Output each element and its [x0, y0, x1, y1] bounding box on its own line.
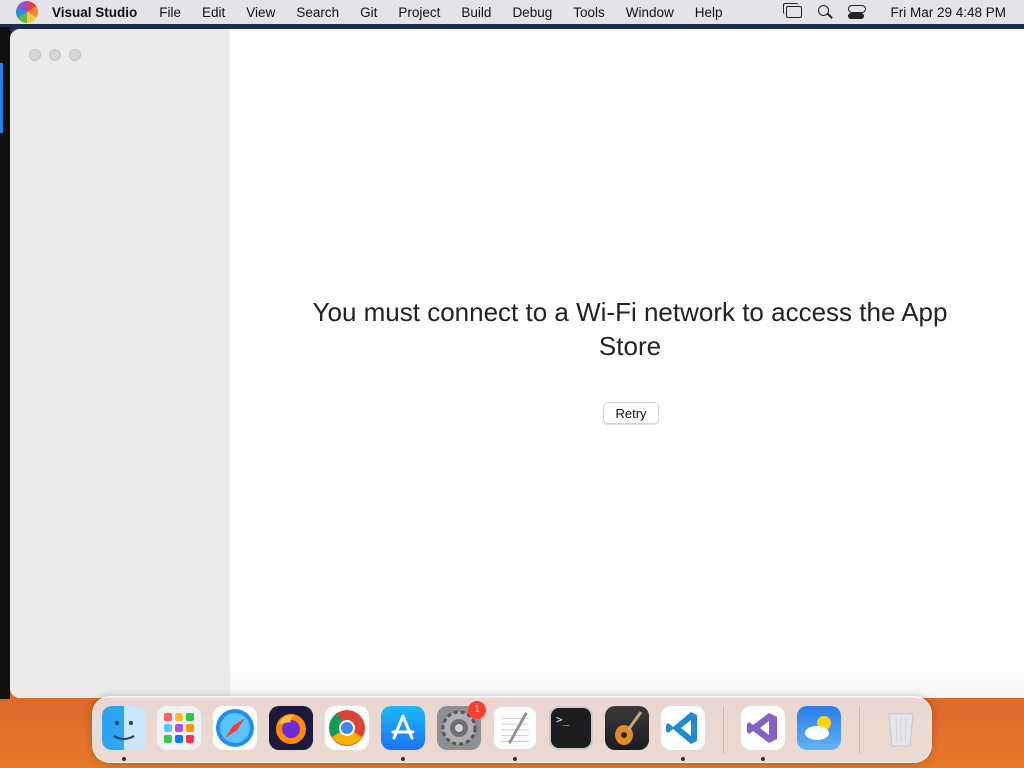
menu-project[interactable]: Project [398, 5, 440, 20]
retry-button[interactable]: Retry [603, 402, 659, 424]
stage-manager-icon[interactable] [783, 3, 803, 18]
vscode-running-indicator [681, 757, 685, 761]
launchpad-icon[interactable] [157, 706, 201, 750]
background-window-edge [0, 27, 10, 699]
settings-notification-badge: 1 [468, 701, 486, 719]
visual-studio-icon[interactable] [741, 706, 785, 750]
menu-file[interactable]: File [159, 5, 181, 20]
menu-clock[interactable]: Fri Mar 29 4:48 PM [890, 5, 1006, 20]
wifi-error-message: You must connect to a Wi-Fi network to a… [312, 297, 948, 361]
zoom-button[interactable] [69, 49, 81, 61]
sidebar [10, 29, 230, 698]
terminal-icon[interactable]: >_ [549, 706, 593, 750]
weather-icon[interactable] [797, 706, 841, 750]
menu-extras: Fri Mar 29 4:48 PM [770, 3, 1006, 20]
trash-icon[interactable] [879, 706, 923, 750]
textedit-running-indicator [513, 757, 517, 761]
menu-build[interactable]: Build [461, 5, 491, 20]
menu-bar: Visual Studio File Edit View Search Git … [0, 0, 1024, 24]
chrome-icon[interactable] [325, 706, 369, 750]
finder-icon[interactable] [102, 706, 146, 750]
textedit-icon[interactable] [493, 706, 537, 750]
close-button[interactable] [29, 49, 41, 61]
control-center-icon[interactable] [848, 5, 867, 19]
menu-view[interactable]: View [246, 5, 275, 20]
menu-window[interactable]: Window [626, 5, 674, 20]
vscode-icon[interactable] [661, 706, 705, 750]
terminal-prompt: >_ [556, 713, 570, 726]
main-content: You must connect to a Wi-Fi network to a… [230, 29, 1024, 698]
spotlight-search-icon[interactable] [818, 5, 832, 19]
dock-divider [723, 707, 724, 753]
firefox-icon[interactable] [269, 706, 313, 750]
menu-search[interactable]: Search [296, 5, 339, 20]
menu-help[interactable]: Help [695, 5, 723, 20]
minimize-button[interactable] [49, 49, 61, 61]
dock-divider-trash [859, 707, 860, 753]
menu-app-name[interactable]: Visual Studio [52, 5, 137, 20]
dock: 1 >_ [92, 696, 932, 763]
menu-tools[interactable]: Tools [573, 5, 605, 20]
app-store-running-indicator [401, 757, 405, 761]
apple-menu-icon[interactable] [16, 1, 38, 23]
finder-running-indicator [122, 757, 126, 761]
window-controls [29, 49, 89, 61]
app-store-window: You must connect to a Wi-Fi network to a… [10, 29, 1024, 698]
menu-edit[interactable]: Edit [202, 5, 225, 20]
app-store-icon[interactable] [381, 706, 425, 750]
safari-icon[interactable] [213, 706, 257, 750]
garageband-icon[interactable] [605, 706, 649, 750]
menu-debug[interactable]: Debug [512, 5, 552, 20]
visual-studio-running-indicator [761, 757, 765, 761]
menu-git[interactable]: Git [360, 5, 377, 20]
